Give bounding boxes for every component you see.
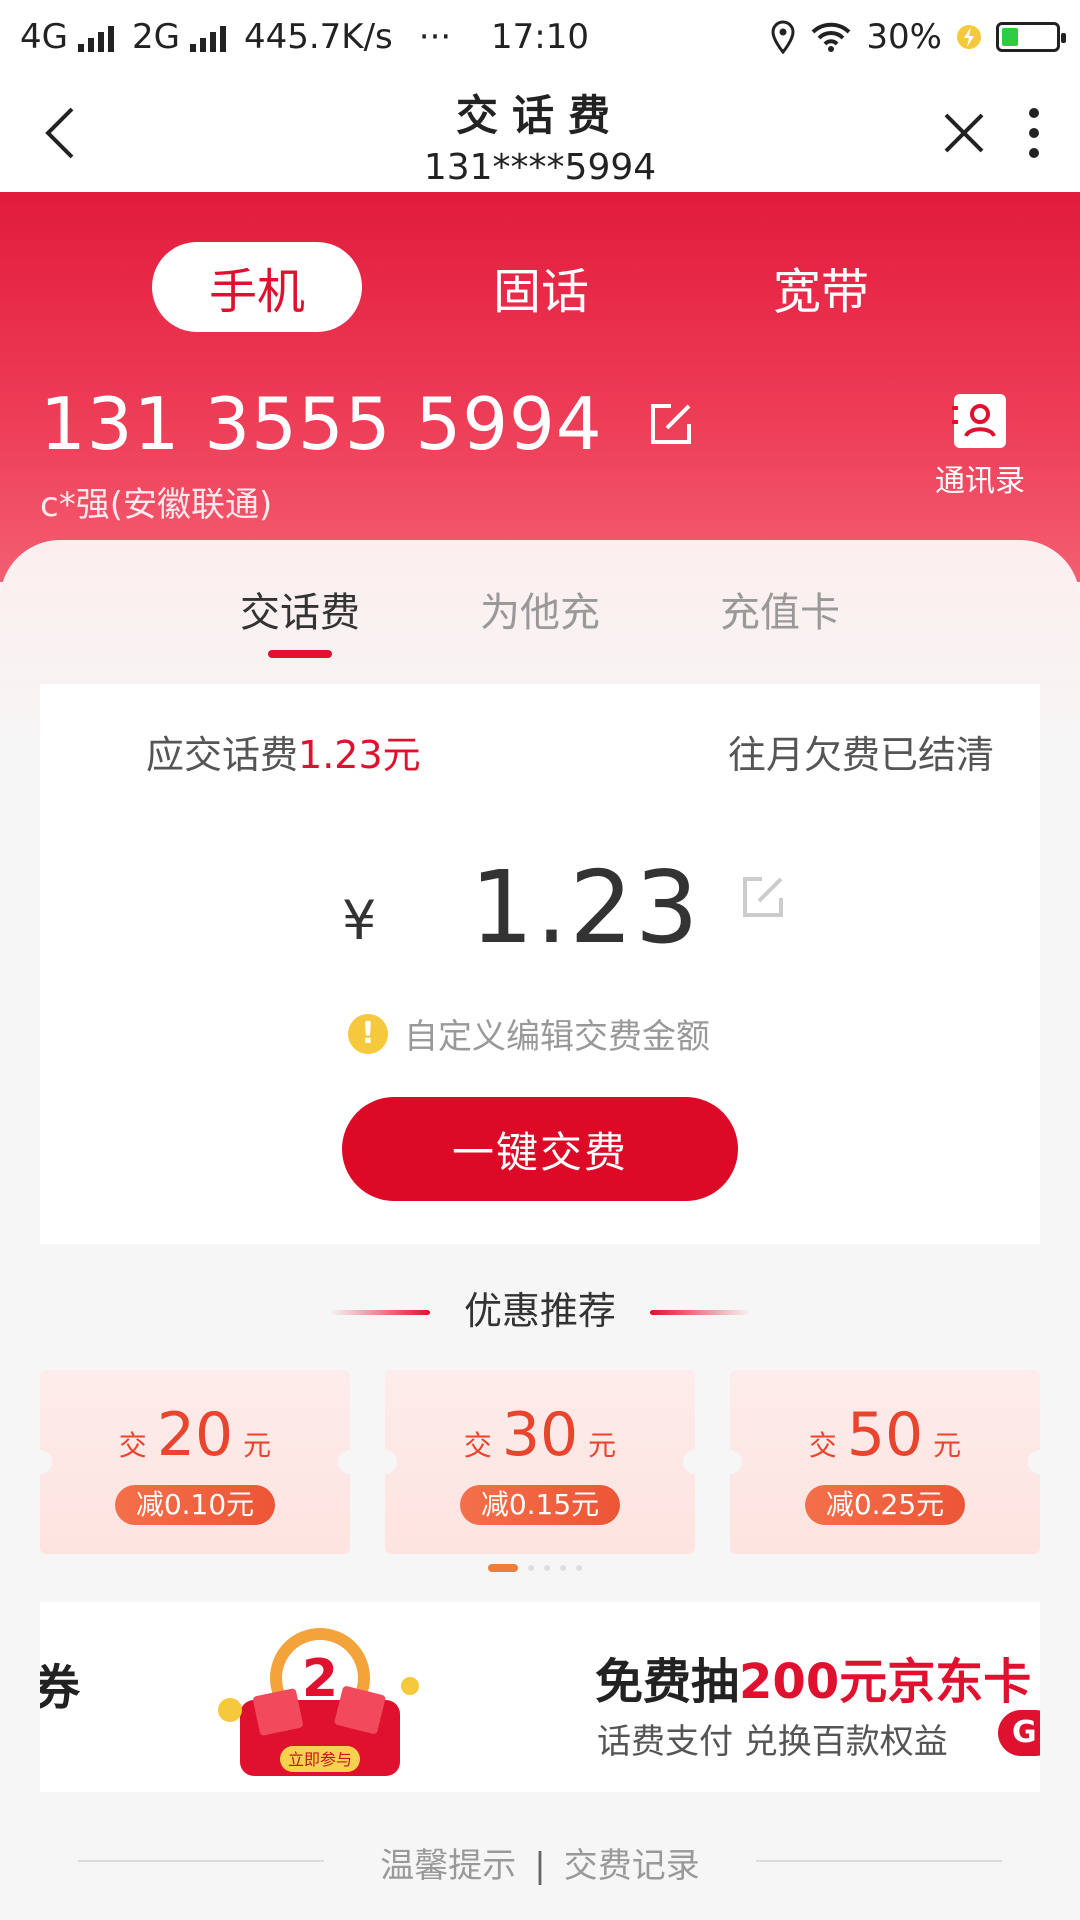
- coupon-discount: 减0.15元: [460, 1485, 620, 1525]
- location-icon: [771, 20, 795, 54]
- records-link[interactable]: 交费记录: [564, 1846, 700, 1886]
- coupon-value: 交 30 元: [385, 1400, 695, 1470]
- account-owner: c*强(安徽联通): [40, 485, 273, 525]
- carousel-dot[interactable]: [560, 1565, 566, 1571]
- banner-title: 免费抽200元京东卡: [595, 1642, 1031, 1712]
- chevron-left-icon: [45, 107, 74, 159]
- subtab-pay-bill[interactable]: 交话费: [200, 580, 400, 638]
- custom-amount-hint: ! 自定义编辑交费金额: [348, 1009, 710, 1058]
- status-bar: 4G 2G 445.7K/s ··· 17:10 30%: [0, 0, 1080, 74]
- red-envelope-illustration: 2 立即参与: [218, 1628, 419, 1776]
- payment-card: 应交话费1.23元 往月欠费已结清 ¥ 1.23 ! 自定义编辑交费金额 一键交…: [40, 684, 1040, 1244]
- more-vertical-icon[interactable]: [1028, 105, 1040, 161]
- coupon-discount: 减0.25元: [805, 1485, 965, 1525]
- contacts-label: 通讯录: [935, 464, 1025, 499]
- subtab-recharge-card[interactable]: 充值卡: [680, 580, 880, 638]
- footer-links: 温馨提示 | 交费记录: [0, 1838, 1080, 1887]
- coupon-value: 交 50 元: [730, 1400, 1040, 1470]
- back-button[interactable]: [0, 74, 120, 192]
- carousel-dots: [488, 1564, 582, 1572]
- pay-button[interactable]: 一键交费: [342, 1097, 738, 1201]
- banner-title-prefix: 免费抽: [595, 1654, 740, 1710]
- footer: 温馨提示 | 交费记录: [0, 1830, 1080, 1890]
- edit-amount-icon[interactable]: [740, 874, 786, 920]
- hint-text: 自定义编辑交费金额: [404, 1017, 710, 1057]
- amount-due: 应交话费1.23元: [146, 724, 421, 779]
- tab-mobile[interactable]: 手机: [152, 242, 362, 332]
- promo-banner[interactable]: 券 2 立即参与 免费抽200元京东卡 话费支付 兑换百款权益 G: [40, 1602, 1040, 1792]
- page-title-block: 交话费 131****5994: [0, 82, 1080, 188]
- payment-subtabs: 交话费 为他充 充值卡: [0, 580, 1080, 660]
- coupon-discount: 减0.10元: [115, 1485, 275, 1525]
- coupon-amount: 20: [156, 1400, 234, 1470]
- coupon-value: 交 20 元: [40, 1400, 350, 1470]
- page-title: 交话费: [455, 91, 624, 140]
- network-type-1: 4G: [20, 17, 68, 57]
- amount-due-label: 应交话费: [146, 733, 299, 777]
- coupon-unit: 元: [243, 1429, 272, 1462]
- carousel-dot[interactable]: [528, 1565, 534, 1571]
- footer-separator: |: [534, 1846, 546, 1886]
- status-left: 4G 2G 445.7K/s ···: [20, 17, 451, 57]
- tab-broadband[interactable]: 宽带: [716, 242, 926, 332]
- subtab-pay-for-others[interactable]: 为他充: [440, 580, 640, 638]
- amount-due-value: 1.23元: [298, 733, 421, 777]
- coupon-unit: 元: [588, 1429, 617, 1462]
- battery-icon: [996, 22, 1066, 52]
- warning-icon: !: [348, 1013, 388, 1054]
- coupon-prefix: 交: [463, 1429, 492, 1462]
- navigation-bar: 交话费 131****5994: [0, 74, 1080, 192]
- coupon-30[interactable]: 交 30 元 减0.15元: [385, 1370, 695, 1554]
- carousel-dot[interactable]: [544, 1565, 550, 1571]
- charging-icon: [957, 25, 981, 49]
- tab-landline[interactable]: 固话: [436, 242, 646, 332]
- signal-icon-2: [189, 22, 226, 52]
- account-header: 手机 固话 宽带 131 3555 5994 c*强(安徽联通) 通讯录: [0, 192, 1080, 582]
- battery-level: [1002, 28, 1018, 46]
- coupon-amount: 50: [846, 1400, 924, 1470]
- nav-actions: [940, 105, 1080, 161]
- coupon-20[interactable]: 交 20 元 减0.10元: [40, 1370, 350, 1554]
- close-icon[interactable]: [940, 109, 988, 157]
- currency-symbol: ¥: [342, 889, 377, 952]
- more-dots: ···: [418, 17, 452, 57]
- phone-number: 131 3555 5994: [40, 382, 603, 466]
- signal-icon: [77, 22, 114, 52]
- battery-percent: 30%: [866, 17, 942, 57]
- active-tab-indicator: [268, 650, 332, 658]
- phone-row: 131 3555 5994: [40, 382, 695, 466]
- banner-go-button[interactable]: G: [998, 1710, 1040, 1756]
- carousel-dot[interactable]: [576, 1565, 582, 1571]
- edit-icon[interactable]: [647, 400, 695, 448]
- wifi-icon: [812, 22, 851, 52]
- banner-subtitle: 话费支付 兑换百款权益: [597, 1722, 948, 1762]
- recommend-divider-right: [650, 1310, 750, 1315]
- contacts-icon: [952, 394, 1006, 448]
- coupon-unit: 元: [933, 1429, 962, 1462]
- contacts-button[interactable]: 通讯录: [935, 392, 1025, 500]
- network-type-2: 2G: [131, 17, 180, 57]
- banner-title-highlight: 200元京东卡: [739, 1654, 1032, 1710]
- recommend-title: 优惠推荐: [463, 1289, 616, 1333]
- carousel-dot[interactable]: [488, 1564, 518, 1572]
- coupon-50[interactable]: 交 50 元 减0.25元: [730, 1370, 1040, 1554]
- coupon-prefix: 交: [808, 1429, 837, 1462]
- main-content: 交话费 为他充 充值卡 应交话费1.23元 往月欠费已结清 ¥ 1.23 ! 自…: [0, 540, 1080, 1920]
- tips-link[interactable]: 温馨提示: [380, 1846, 516, 1886]
- banner-art-button: 立即参与: [288, 1750, 352, 1769]
- banner-edge-text: 券: [40, 1660, 81, 1716]
- network-speed: 445.7K/s: [243, 17, 393, 57]
- page-subtitle: 131****5994: [423, 147, 657, 188]
- status-right: 30%: [770, 17, 1066, 57]
- service-tabs: 手机 固话 宽带: [0, 242, 1080, 332]
- amount-input[interactable]: 1.23: [470, 849, 701, 966]
- coupon-prefix: 交: [118, 1429, 147, 1462]
- coupon-amount: 30: [501, 1400, 579, 1470]
- footer-divider-right: [756, 1860, 1002, 1862]
- arrears-status: 往月欠费已结清: [727, 733, 994, 777]
